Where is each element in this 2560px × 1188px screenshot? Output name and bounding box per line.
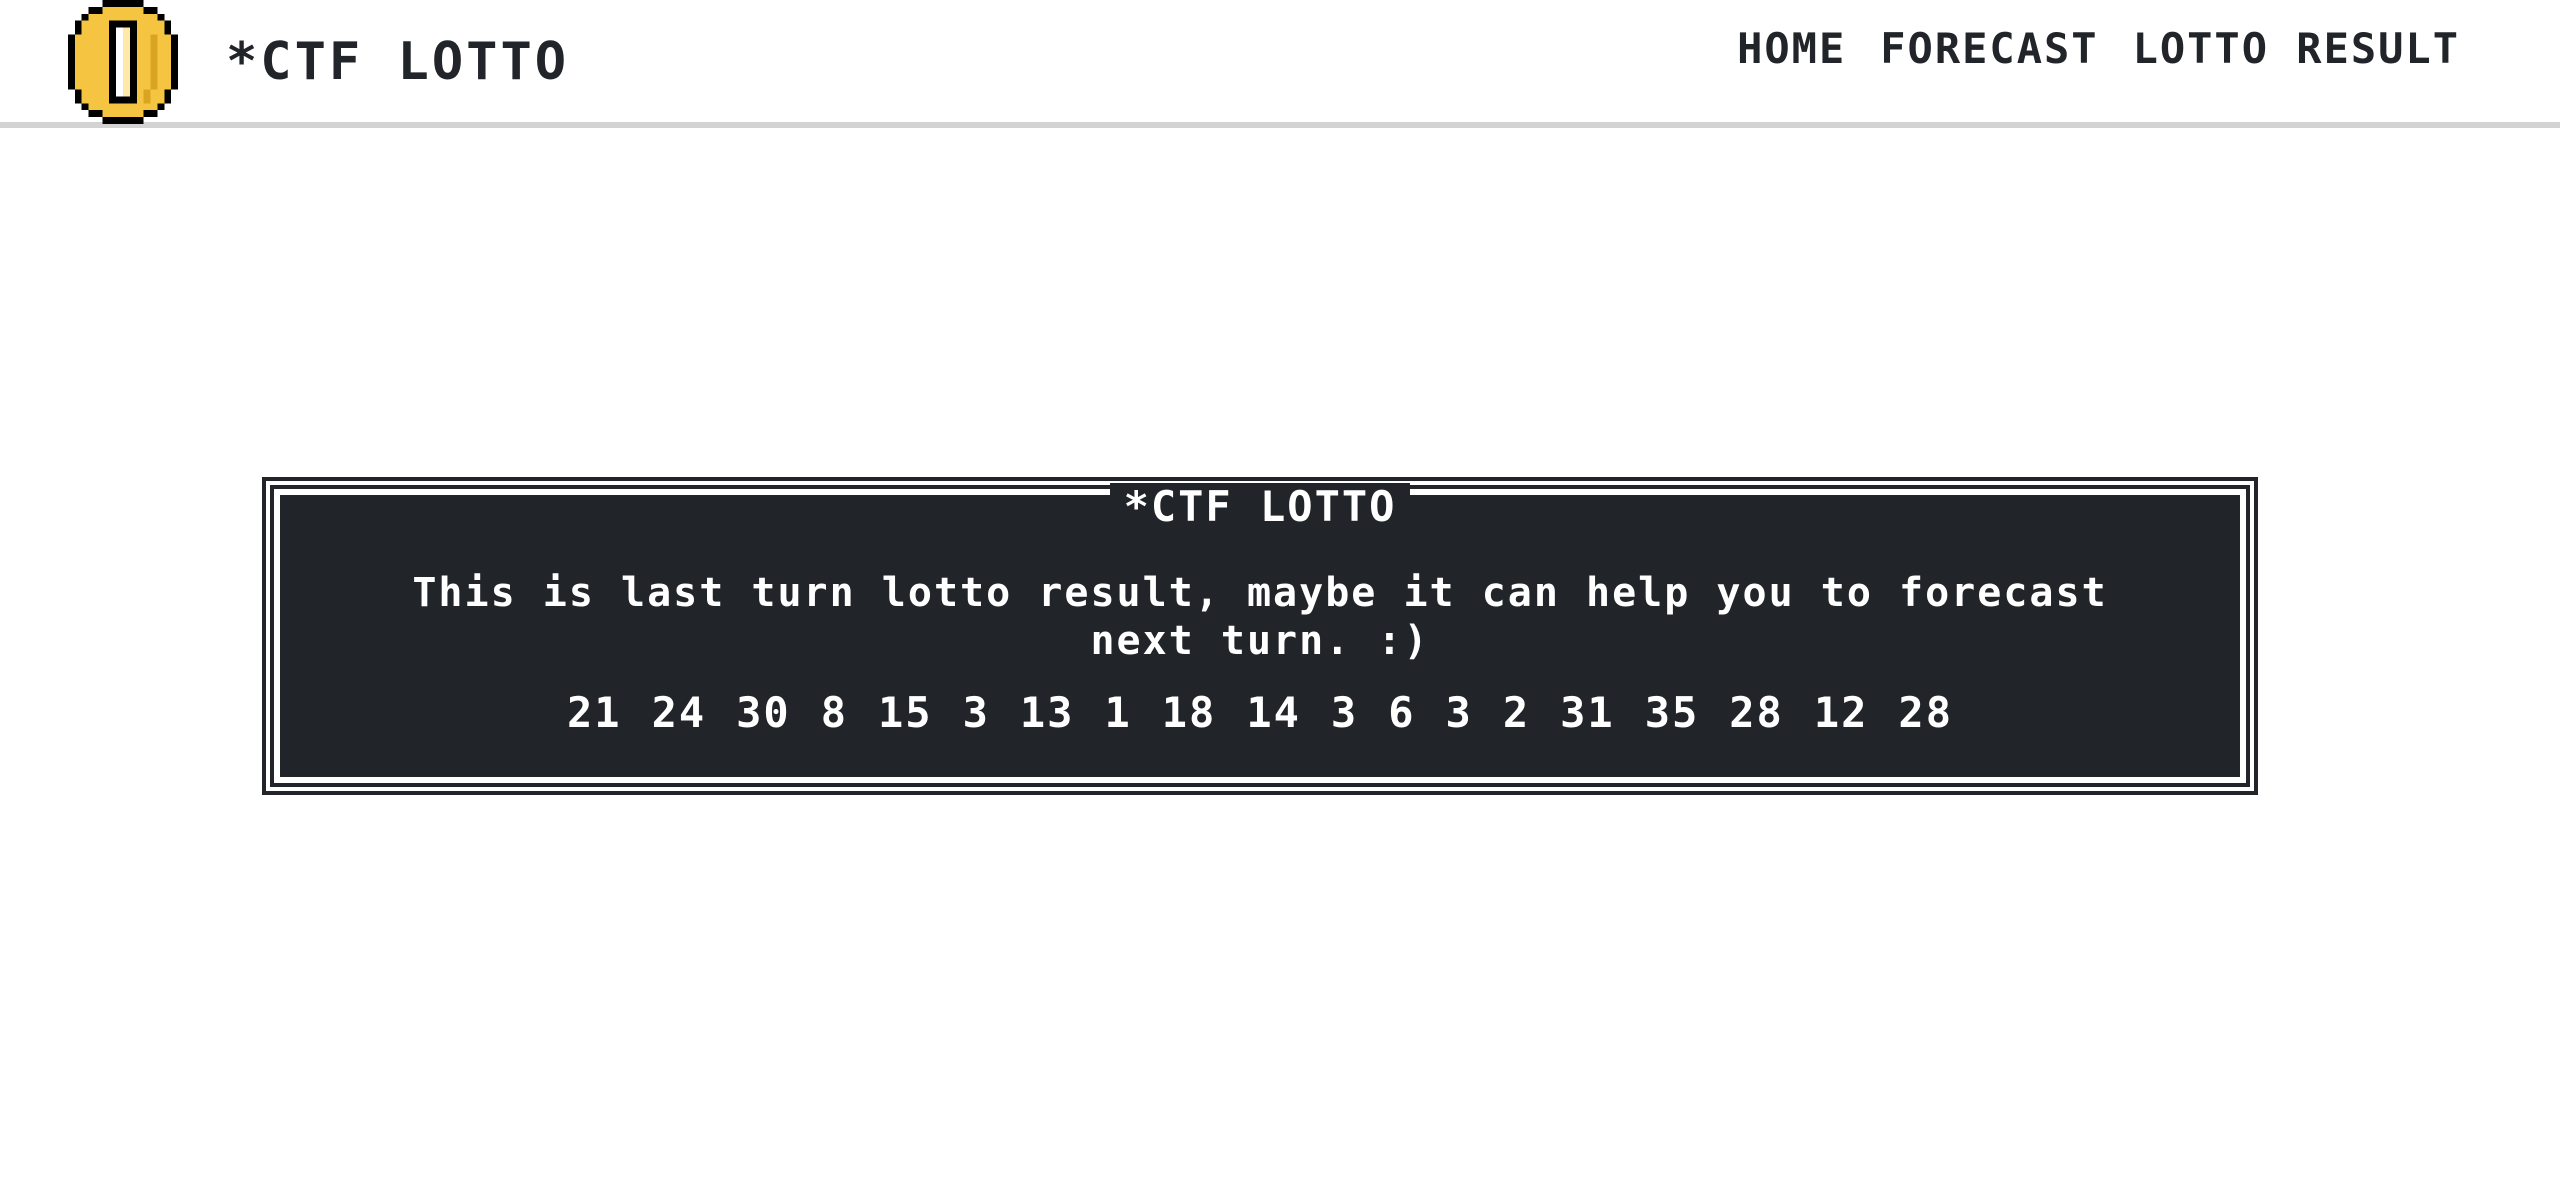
brand-title: *CTF LOTTO — [226, 32, 570, 92]
lotto-number: 3 — [1330, 688, 1359, 737]
navbar: *CTF LOTTO HOME FORECAST LOTTO RESULT — [0, 0, 2560, 128]
lotto-number: 35 — [1644, 688, 1700, 737]
lotto-number: 6 — [1388, 688, 1416, 737]
lotto-number: 12 — [1813, 688, 1869, 737]
lotto-number: 15 — [878, 688, 933, 737]
lotto-number: 30 — [736, 688, 791, 737]
lotto-number: 18 — [1161, 688, 1217, 737]
lotto-number: 31 — [1560, 688, 1615, 737]
nav-forecast[interactable]: FORECAST — [1880, 24, 2098, 73]
lotto-numbers: 21 24 30 8 15 3 13 1 18 14 3 6 3 2 31 35… — [280, 689, 2240, 737]
lotto-number: 21 — [566, 688, 622, 737]
lotto-number: 24 — [651, 688, 707, 737]
brand-link[interactable]: *CTF LOTTO — [66, 0, 569, 124]
lotto-number: 1 — [1104, 688, 1132, 737]
lotto-number: 8 — [820, 688, 849, 737]
panel-title: *CTF LOTTO — [1109, 483, 1411, 531]
lotto-result-panel: *CTF LOTTO This is last turn lotto resul… — [262, 477, 2258, 795]
nav-home[interactable]: HOME — [1737, 24, 1846, 73]
lotto-number: 13 — [1019, 688, 1075, 737]
panel-message: This is last turn lotto result, maybe it… — [412, 570, 2108, 664]
lotto-number: 2 — [1502, 688, 1531, 737]
lotto-number: 3 — [962, 688, 990, 737]
nav-lotto-result[interactable]: LOTTO RESULT — [2133, 24, 2460, 73]
lotto-number: 14 — [1246, 688, 1301, 737]
lotto-number: 28 — [1898, 688, 1953, 737]
lotto-number: 28 — [1729, 688, 1784, 737]
gold-coin-icon — [67, 0, 179, 124]
panel-body: *CTF LOTTO This is last turn lotto resul… — [270, 483, 2250, 787]
main-nav: HOME FORECAST LOTTO RESULT — [1737, 24, 2460, 73]
lotto-number: 3 — [1445, 688, 1473, 737]
